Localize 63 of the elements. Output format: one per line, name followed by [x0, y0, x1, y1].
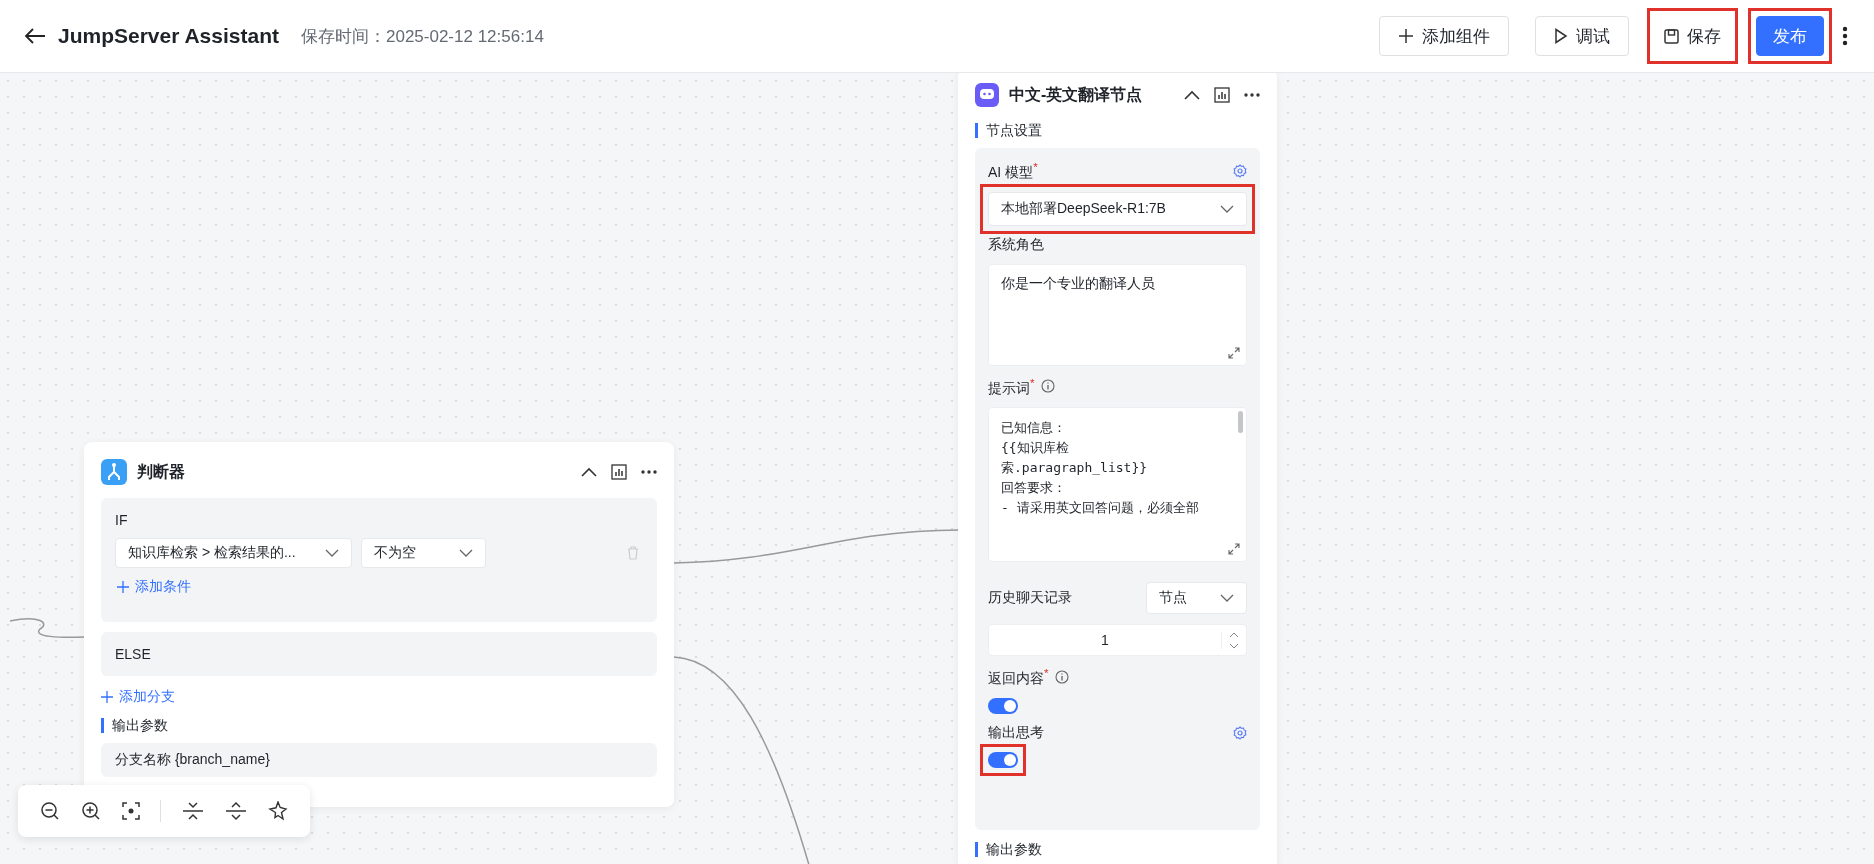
- toggle-switch[interactable]: [988, 751, 1018, 768]
- collapse-chevron-icon[interactable]: [1184, 90, 1200, 100]
- chart-icon[interactable]: [1214, 87, 1230, 103]
- plus-icon: [1398, 28, 1414, 44]
- section-heading: 节点设置: [975, 123, 1260, 138]
- decrement-icon[interactable]: [1229, 642, 1239, 649]
- model-select[interactable]: 本地部署DeepSeek-R1:7B: [988, 191, 1247, 226]
- more-options-icon[interactable]: [641, 470, 657, 474]
- zoom-out-icon[interactable]: [40, 801, 61, 821]
- history-count-input[interactable]: 1: [988, 624, 1247, 657]
- field-label: 输出思考: [988, 723, 1044, 742]
- more-options-icon[interactable]: [1244, 93, 1260, 97]
- field-label: 历史聊天记录: [988, 589, 1072, 608]
- info-icon[interactable]: [1040, 379, 1055, 394]
- toggle-switch[interactable]: [988, 697, 1018, 714]
- node-title: 判断器: [137, 461, 185, 482]
- condition-operator-select[interactable]: 不为空: [361, 538, 486, 568]
- field-label: AI 模型$^{*}$: [988, 160, 1038, 182]
- publish-button[interactable]: 发布: [1756, 16, 1824, 56]
- chevron-down-icon: [459, 549, 473, 557]
- save-time: 保存时间：2025-02-12 12:56:14: [301, 25, 544, 48]
- increment-icon[interactable]: [1229, 631, 1239, 638]
- collapse-all-icon[interactable]: [182, 801, 205, 821]
- plus-icon: [117, 581, 129, 593]
- add-condition-link[interactable]: 添加条件: [115, 578, 193, 596]
- section-heading: 输出参数: [101, 718, 657, 733]
- if-label: IF: [115, 512, 128, 528]
- save-icon: [1664, 28, 1679, 44]
- section-heading: 输出参数: [975, 842, 1260, 857]
- collapse-chevron-icon[interactable]: [581, 467, 597, 477]
- settings-icon[interactable]: [1233, 725, 1247, 740]
- history-mode-select[interactable]: 节点: [1146, 582, 1247, 615]
- field-label: 提示词$^{*}$: [988, 375, 1035, 398]
- field-label: 返回内容$^{*}$: [988, 666, 1049, 688]
- chat-bot-icon: [975, 83, 999, 107]
- plus-icon: [101, 691, 113, 703]
- chevron-down-icon: [325, 549, 339, 557]
- add-button[interactable]: 添加组件: [1379, 16, 1509, 56]
- info-icon[interactable]: [1054, 670, 1069, 685]
- field-label: 系统角色: [988, 235, 1045, 254]
- chevron-down-icon: [1220, 594, 1234, 603]
- system-role-textarea[interactable]: 你是一个专业的翻译人员: [988, 263, 1247, 366]
- more-menu-icon[interactable]: [1842, 26, 1848, 46]
- branch-node-icon: [101, 459, 127, 485]
- play-icon: [1554, 28, 1568, 44]
- expand-icon[interactable]: [1228, 346, 1240, 359]
- else-label: ELSE: [115, 646, 151, 662]
- output-parameter-row: 分支名称 {branch_name}: [101, 743, 657, 777]
- expand-icon[interactable]: [1228, 543, 1240, 556]
- settings-icon[interactable]: [1233, 163, 1247, 178]
- debug-button[interactable]: 调试: [1535, 16, 1629, 56]
- scrollbar-thumb[interactable]: [1238, 411, 1243, 434]
- condition-field-select[interactable]: 知识库检索 > 检索结果的...: [115, 538, 352, 568]
- back-arrow-icon[interactable]: [24, 27, 46, 45]
- node-title: 中文-英文翻译节点: [1009, 84, 1143, 105]
- zoom-in-icon[interactable]: [81, 801, 102, 821]
- add-branch-link[interactable]: 添加分支: [101, 688, 175, 706]
- expand-all-icon[interactable]: [224, 801, 247, 821]
- chart-icon[interactable]: [611, 464, 627, 480]
- fit-view-icon[interactable]: [121, 802, 140, 820]
- prompt-textarea[interactable]: 已知信息： {{知识库检 索.paragraph_list}} 回答要求： - 请采用英文回答问题，必须全部: [988, 407, 1247, 563]
- app-title: JumpServer Assistant: [58, 24, 279, 48]
- chevron-down-icon: [1220, 204, 1234, 213]
